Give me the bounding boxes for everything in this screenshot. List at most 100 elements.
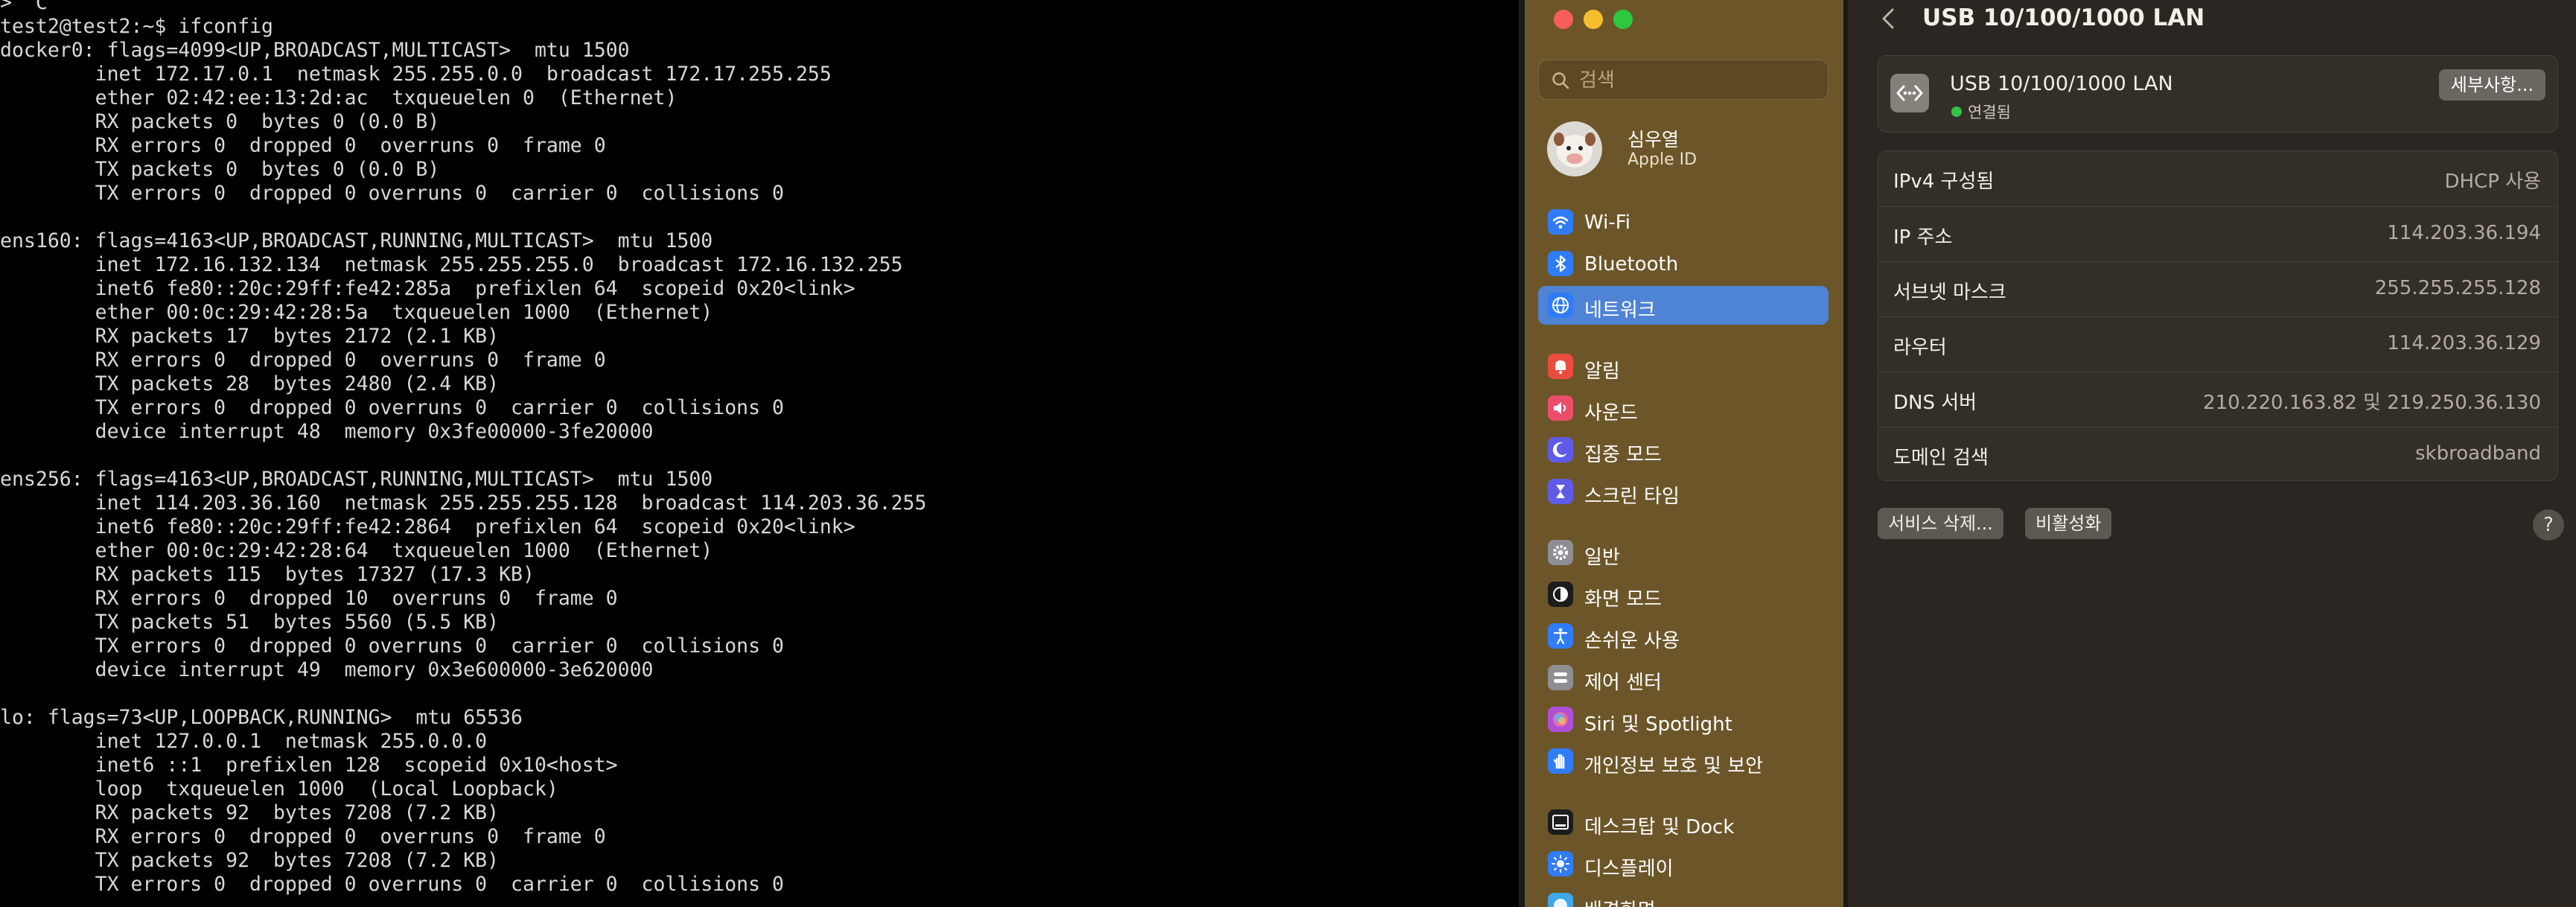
info-value: 114.203.36.129 (2387, 332, 2541, 354)
terminal-line: inet6 fe80::20c:29ff:fe42:285a prefixlen… (0, 277, 855, 300)
hourglass-icon (1548, 479, 1573, 504)
avatar (1547, 121, 1602, 176)
terminal-line: RX errors 0 dropped 0 overruns 0 frame 0 (0, 134, 606, 157)
sidebar-item-label: 집중 모드 (1584, 444, 1662, 466)
info-row: IPv4 구성됨 DHCP 사용 (1878, 151, 2557, 206)
deactivate-button[interactable]: 비활성화 (2025, 508, 2112, 539)
terminal-line: TX errors 0 dropped 0 overruns 0 carrier… (0, 873, 784, 896)
detail-pane: USB 10/100/1000 LAN USB 10/100/1000 LAN … (1848, 0, 2576, 907)
terminal-line: ens256: flags=4163<UP,BROADCAST,RUNNING,… (0, 468, 713, 491)
info-label: 서브넷 마스크 (1893, 281, 2006, 304)
terminal-line: ens160: flags=4163<UP,BROADCAST,RUNNING,… (0, 229, 713, 252)
info-row: DNS 서버 210.220.163.82 및 219.250.36.130 (1878, 372, 2557, 427)
sidebar-item-label: Siri 및 Spotlight (1584, 713, 1732, 736)
sidebar-item-control-center[interactable]: 제어 센터 (1538, 658, 1829, 697)
sidebar-item-label: 일반 (1584, 547, 1620, 569)
terminal-line: RX packets 0 bytes 0 (0.0 B) (0, 110, 440, 133)
terminal-line: RX errors 0 dropped 0 overruns 0 frame 0 (0, 825, 606, 848)
sidebar-item-sun[interactable]: 디스플레이 (1538, 844, 1829, 883)
terminal-line: TX packets 28 bytes 2480 (2.4 KB) (0, 372, 500, 395)
terminal-window[interactable]: > ^C test2@test2:~$ ifconfig docker0: flag… (0, 0, 1519, 907)
sidebar-item-bluetooth[interactable]: Bluetooth (1538, 244, 1829, 283)
system-settings-window: 심우열 Apple ID Wi-Fi Bluetooth 네트워크알림사운드집중 모… (1525, 0, 2576, 907)
terminal-line: TX packets 92 bytes 7208 (7.2 KB) (0, 849, 500, 872)
sidebar-item-label: 손쉬운 사용 (1584, 630, 1680, 652)
interface-card: USB 10/100/1000 LAN 연결됨 세부사항... (1878, 55, 2558, 133)
sidebar-item-label: 화면 모드 (1584, 588, 1662, 611)
terminal-line: docker0: flags=4099<UP,BROADCAST,MULTICA… (0, 39, 630, 62)
sidebar-item-wallpaper[interactable]: 배경화면 (1538, 886, 1829, 907)
terminal-line: inet 172.17.0.1 netmask 255.255.0.0 broa… (0, 63, 832, 86)
page-title: USB 10/100/1000 LAN (1922, 4, 2205, 31)
window-minimize-button[interactable] (1584, 10, 1603, 29)
window-divider (1519, 0, 1525, 907)
dock-icon (1548, 809, 1573, 835)
terminal-line: RX packets 92 bytes 7208 (7.2 KB) (0, 801, 500, 824)
speaker-icon (1548, 395, 1573, 421)
info-row: IP 주소 114.203.36.194 (1878, 206, 2557, 262)
sidebar-item-bell[interactable]: 알림 (1538, 347, 1829, 386)
sidebar-item-speaker[interactable]: 사운드 (1538, 389, 1829, 427)
terminal-line: RX packets 115 bytes 17327 (17.3 KB) (0, 563, 535, 586)
terminal-line: TX errors 0 dropped 0 overruns 0 carrier… (0, 634, 784, 658)
terminal-line: inet 127.0.0.1 netmask 255.0.0.0 (0, 730, 488, 753)
sidebar-item-accessibility[interactable]: 손쉬운 사용 (1538, 617, 1829, 655)
sidebar-item-appearance[interactable]: 화면 모드 (1538, 575, 1829, 614)
wallpaper-icon (1548, 893, 1573, 907)
info-label: 라우터 (1893, 337, 1947, 359)
terminal-line: TX packets 0 bytes 0 (0.0 B) (0, 158, 440, 181)
hand-icon (1548, 748, 1573, 774)
sidebar-item-label: Wi-Fi (1584, 211, 1631, 234)
sidebar-item-label: Bluetooth (1584, 253, 1679, 276)
terminal-line: test2@test2:~$ ifconfig (0, 15, 273, 38)
info-row: 서브넷 마스크 255.255.255.128 (1878, 261, 2557, 317)
moon-icon (1548, 437, 1573, 462)
siri-icon (1548, 707, 1573, 732)
info-value: 114.203.36.194 (2387, 222, 2541, 244)
sidebar-item-wifi[interactable]: Wi-Fi (1538, 203, 1829, 241)
terminal-line: RX errors 0 dropped 0 overruns 0 frame 0 (0, 349, 606, 372)
terminal-line: RX packets 17 bytes 2172 (2.1 KB) (0, 325, 500, 348)
info-label: IPv4 구성됨 (1893, 171, 1995, 193)
info-row: 라우터 114.203.36.129 (1878, 316, 2557, 372)
terminal-line: ether 00:0c:29:42:28:5a txqueuelen 1000 … (0, 301, 713, 324)
sidebar-item-dock[interactable]: 데스크탑 및 Dock (1538, 803, 1829, 841)
sidebar-item-hourglass[interactable]: 스크린 타임 (1538, 472, 1829, 511)
back-button[interactable] (1878, 6, 1900, 31)
details-button[interactable]: 세부사항... (2438, 69, 2545, 101)
remove-service-button[interactable]: 서비스 삭제... (1878, 508, 2003, 539)
info-value: DHCP 사용 (2444, 171, 2541, 193)
info-value: 255.255.255.128 (2374, 277, 2541, 299)
bell-icon (1548, 354, 1573, 379)
sidebar-item-globe[interactable]: 네트워크 (1538, 286, 1829, 325)
sidebar-item-gear[interactable]: 일반 (1538, 533, 1829, 572)
sidebar-item-label: 제어 센터 (1584, 672, 1662, 694)
info-value: skbroadband (2415, 442, 2541, 465)
search-input[interactable] (1578, 60, 1819, 101)
help-button[interactable]: ? (2533, 509, 2564, 541)
sun-icon (1548, 851, 1573, 876)
terminal-line: inet6 fe80::20c:29ff:fe42:2864 prefixlen… (0, 515, 855, 538)
sidebar-item-hand[interactable]: 개인정보 보호 및 보안 (1538, 742, 1829, 780)
info-label: 도메인 검색 (1893, 447, 1989, 469)
terminal-line: TX errors 0 dropped 0 overruns 0 carrier… (0, 182, 784, 205)
window-close-button[interactable] (1554, 10, 1573, 29)
network-info-card: IPv4 구성됨 DHCP 사용 IP 주소 114.203.36.194 서브넷 마스… (1878, 150, 2558, 481)
settings-sidebar: 심우열 Apple ID Wi-Fi Bluetooth 네트워크알림사운드집중 모… (1525, 0, 1843, 907)
terminal-output: > ^C test2@test2:~$ ifconfig docker0: flag… (0, 0, 926, 897)
info-value: 210.220.163.82 및 219.250.36.130 (2203, 392, 2541, 414)
sidebar-item-moon[interactable]: 집중 모드 (1538, 430, 1829, 469)
bluetooth-icon (1548, 251, 1573, 276)
terminal-line: TX errors 0 dropped 0 overruns 0 carrier… (0, 396, 784, 419)
info-label: IP 주소 (1893, 226, 1953, 249)
wifi-icon (1548, 209, 1573, 235)
search-field[interactable] (1538, 60, 1829, 101)
interface-name: USB 10/100/1000 LAN (1950, 72, 2173, 95)
window-zoom-button[interactable] (1613, 10, 1633, 29)
sidebar-item-label: 데스크탑 및 Dock (1584, 816, 1735, 838)
sidebar-item-siri[interactable]: Siri 및 Spotlight (1538, 700, 1829, 739)
profile-name: 심우열 (1627, 129, 1680, 150)
apple-id-profile[interactable]: 심우열 Apple ID (1547, 119, 1830, 179)
